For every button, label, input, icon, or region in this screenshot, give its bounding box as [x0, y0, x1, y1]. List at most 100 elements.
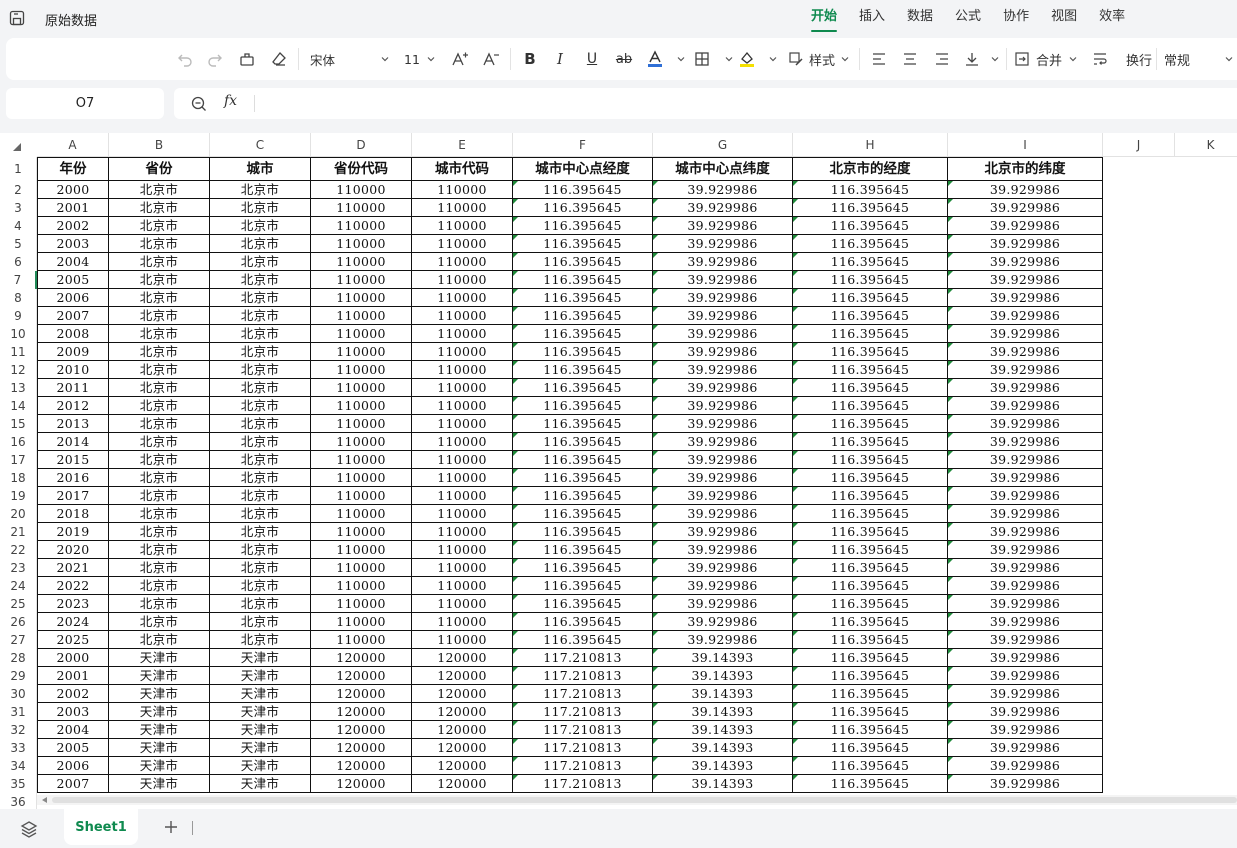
row-header-27[interactable]: 27 — [0, 631, 37, 649]
table-cell[interactable]: 110000 — [412, 541, 513, 559]
table-cell[interactable]: 北京市 — [210, 361, 311, 379]
table-cell[interactable]: 116.395645 — [513, 253, 653, 271]
clear-format-icon[interactable] — [268, 45, 290, 73]
row-header-12[interactable]: 12 — [0, 361, 37, 379]
row-header-4[interactable]: 4 — [0, 217, 37, 235]
row-header-9[interactable]: 9 — [0, 307, 37, 325]
table-cell[interactable]: 117.210813 — [513, 739, 653, 757]
table-cell[interactable]: 39.929986 — [948, 307, 1103, 325]
formula-input[interactable] — [264, 92, 1164, 115]
table-cell[interactable]: 39.929986 — [653, 505, 793, 523]
table-cell[interactable]: 116.395645 — [793, 307, 948, 325]
header-cell[interactable]: 北京市的纬度 — [948, 157, 1103, 181]
font-size-select[interactable]: 11 — [404, 45, 436, 73]
table-cell[interactable]: 2020 — [37, 541, 109, 559]
table-cell[interactable]: 120000 — [412, 703, 513, 721]
increase-font-icon[interactable] — [449, 45, 471, 73]
table-cell[interactable]: 116.395645 — [793, 739, 948, 757]
table-cell[interactable]: 北京市 — [109, 253, 210, 271]
table-cell[interactable]: 120000 — [311, 721, 412, 739]
table-cell[interactable]: 116.395645 — [793, 451, 948, 469]
table-cell[interactable]: 2000 — [37, 181, 109, 199]
header-cell[interactable]: 城市代码 — [412, 157, 513, 181]
table-cell[interactable]: 39.929986 — [653, 397, 793, 415]
table-cell[interactable]: 116.395645 — [513, 595, 653, 613]
table-cell[interactable]: 北京市 — [210, 505, 311, 523]
table-cell[interactable]: 天津市 — [210, 667, 311, 685]
table-cell[interactable]: 110000 — [311, 253, 412, 271]
table-cell[interactable]: 120000 — [412, 775, 513, 793]
cell-style-button[interactable]: 样式 — [788, 45, 850, 73]
table-cell[interactable]: 北京市 — [109, 415, 210, 433]
header-cell[interactable]: 年份 — [37, 157, 109, 181]
table-cell[interactable]: 2007 — [37, 307, 109, 325]
table-cell[interactable]: 110000 — [412, 487, 513, 505]
table-cell[interactable]: 116.395645 — [513, 199, 653, 217]
table-cell[interactable]: 110000 — [412, 577, 513, 595]
table-cell[interactable]: 110000 — [311, 613, 412, 631]
table-cell[interactable]: 39.929986 — [948, 433, 1103, 451]
table-cell[interactable]: 117.210813 — [513, 649, 653, 667]
table-cell[interactable]: 110000 — [311, 433, 412, 451]
table-cell[interactable]: 北京市 — [109, 541, 210, 559]
column-header-j[interactable]: J — [1103, 133, 1175, 157]
undo-icon[interactable] — [174, 45, 196, 73]
table-cell[interactable]: 北京市 — [109, 487, 210, 505]
table-cell[interactable]: 北京市 — [109, 613, 210, 631]
spreadsheet-grid[interactable]: ABCDEFGHIJK 1 2 3 4 5 6 7 8 9 10 11 12 13 14 15 16 17 18 1… — [0, 133, 1237, 809]
table-cell[interactable]: 39.929986 — [948, 541, 1103, 559]
table-cell[interactable]: 39.929986 — [948, 757, 1103, 775]
table-cell[interactable]: 39.929986 — [948, 181, 1103, 199]
table-cell[interactable]: 39.929986 — [948, 361, 1103, 379]
table-cell[interactable]: 120000 — [412, 757, 513, 775]
table-cell[interactable]: 39.929986 — [653, 577, 793, 595]
table-cell[interactable]: 110000 — [412, 253, 513, 271]
row-header-14[interactable]: 14 — [0, 397, 37, 415]
table-cell[interactable]: 北京市 — [109, 217, 210, 235]
table-cell[interactable]: 110000 — [311, 199, 412, 217]
table-cell[interactable]: 117.210813 — [513, 667, 653, 685]
table-cell[interactable]: 北京市 — [109, 523, 210, 541]
table-cell[interactable]: 110000 — [412, 433, 513, 451]
table-cell[interactable]: 117.210813 — [513, 721, 653, 739]
table-cell[interactable]: 117.210813 — [513, 757, 653, 775]
table-cell[interactable]: 北京市 — [210, 631, 311, 649]
table-cell[interactable]: 北京市 — [210, 379, 311, 397]
table-cell[interactable]: 2010 — [37, 361, 109, 379]
table-cell[interactable]: 110000 — [311, 577, 412, 595]
table-cell[interactable]: 39.929986 — [653, 415, 793, 433]
table-cell[interactable]: 2006 — [37, 289, 109, 307]
column-header-e[interactable]: E — [412, 133, 513, 157]
row-header-11[interactable]: 11 — [0, 343, 37, 361]
document-title[interactable]: 原始数据 — [45, 10, 97, 29]
row-header-34[interactable]: 34 — [0, 757, 37, 775]
table-cell[interactable]: 2008 — [37, 325, 109, 343]
row-header-8[interactable]: 8 — [0, 289, 37, 307]
table-cell[interactable]: 天津市 — [210, 649, 311, 667]
table-cell[interactable]: 116.395645 — [793, 361, 948, 379]
table-cell[interactable]: 110000 — [412, 289, 513, 307]
table-cell[interactable]: 110000 — [412, 451, 513, 469]
table-cell[interactable]: 2005 — [37, 739, 109, 757]
table-cell[interactable]: 39.929986 — [948, 685, 1103, 703]
table-cell[interactable]: 39.929986 — [948, 253, 1103, 271]
table-cell[interactable]: 39.929986 — [948, 631, 1103, 649]
table-cell[interactable]: 110000 — [412, 397, 513, 415]
table-cell[interactable]: 北京市 — [210, 469, 311, 487]
table-cell[interactable]: 39.929986 — [653, 541, 793, 559]
table-cell[interactable]: 天津市 — [109, 685, 210, 703]
table-cell[interactable]: 2009 — [37, 343, 109, 361]
row-header-18[interactable]: 18 — [0, 469, 37, 487]
menu-tab-view[interactable]: 视图 — [1044, 0, 1084, 36]
table-cell[interactable]: 北京市 — [109, 595, 210, 613]
table-cell[interactable]: 2012 — [37, 397, 109, 415]
table-cell[interactable]: 2001 — [37, 199, 109, 217]
table-cell[interactable]: 39.929986 — [948, 379, 1103, 397]
table-cell[interactable]: 39.929986 — [948, 577, 1103, 595]
table-cell[interactable]: 116.395645 — [513, 469, 653, 487]
table-cell[interactable]: 北京市 — [109, 451, 210, 469]
table-cell[interactable]: 2025 — [37, 631, 109, 649]
table-cell[interactable]: 天津市 — [109, 721, 210, 739]
menu-tab-efficiency[interactable]: 效率 — [1092, 0, 1132, 36]
table-cell[interactable]: 39.929986 — [653, 289, 793, 307]
